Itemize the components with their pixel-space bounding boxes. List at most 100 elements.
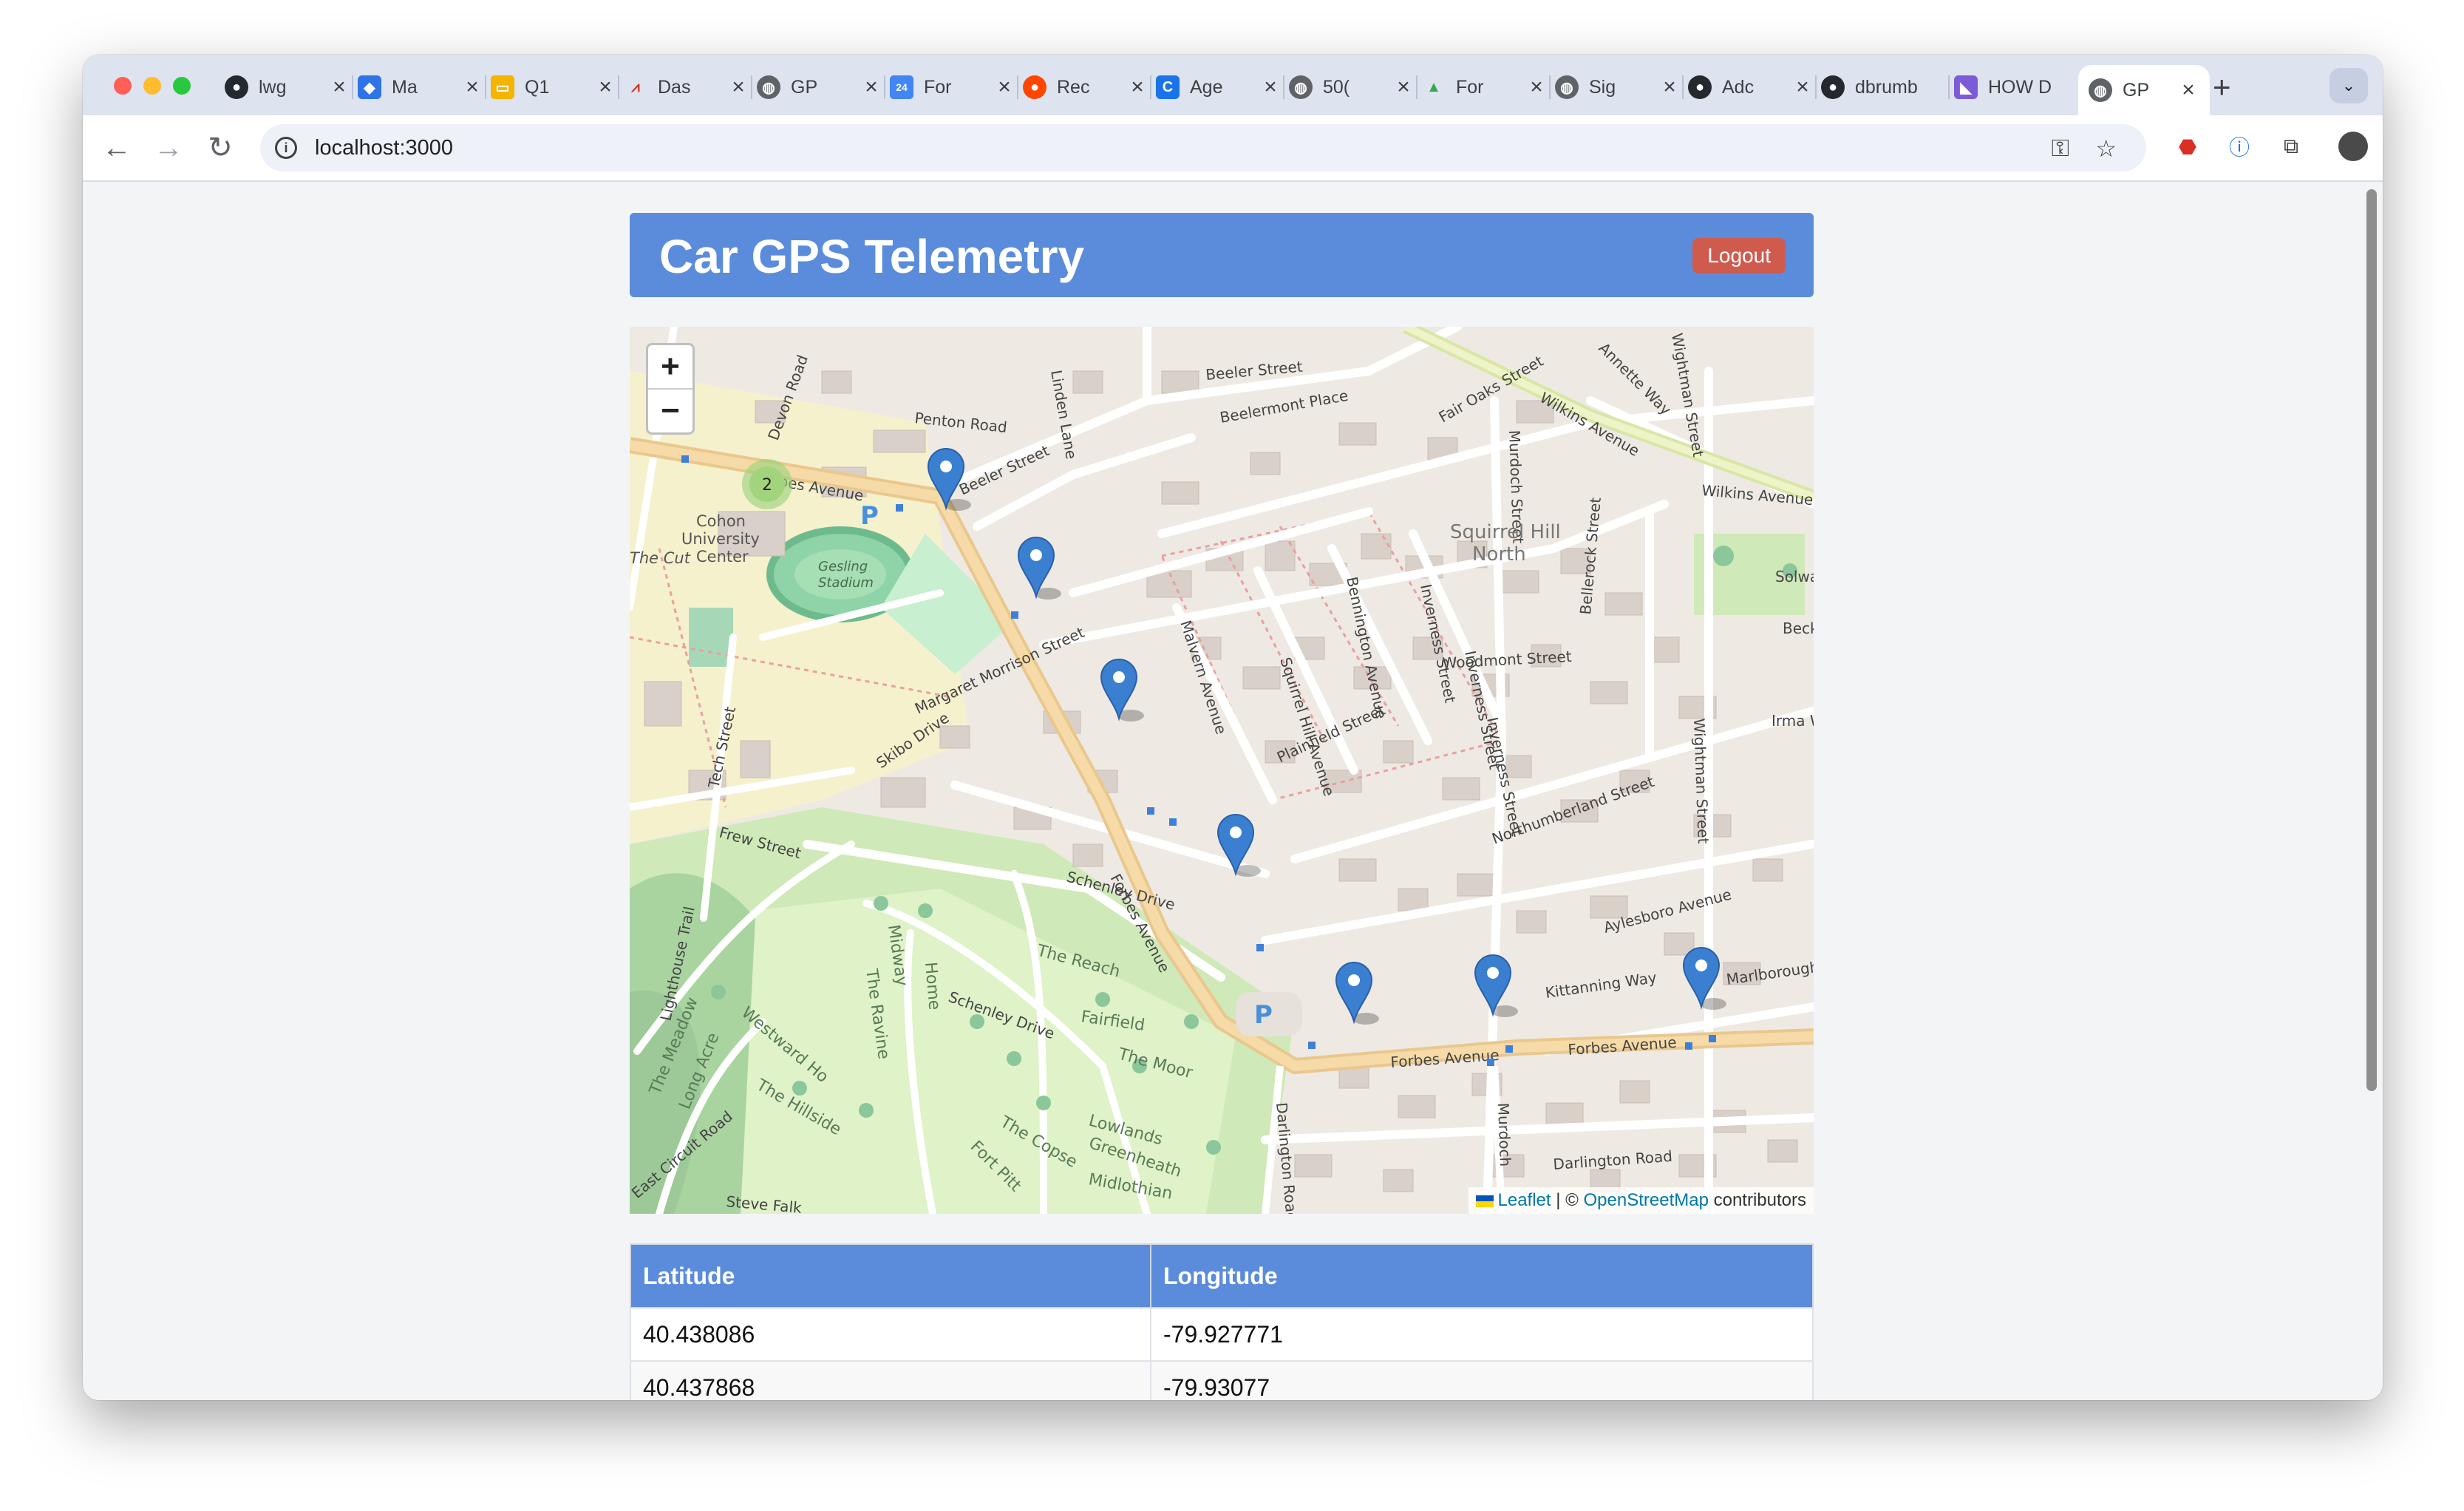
close-window-button[interactable] (114, 77, 132, 95)
page-content: Car GPS Telemetry Logout Forbes Avenue F… (83, 182, 2383, 1400)
globe-icon: ◍ (1289, 75, 1313, 99)
tab-title: GP (791, 76, 818, 98)
url-text[interactable]: localhost:3000 (315, 136, 453, 160)
parking-icon: P (1254, 1000, 1273, 1030)
close-tab-icon[interactable]: × (1392, 75, 1415, 100)
map-label: Center (696, 548, 749, 566)
browser-tab[interactable]: ● Rec × (1023, 65, 1151, 109)
tab-title: For (1456, 76, 1484, 98)
browser-tab[interactable]: 24 For × (890, 65, 1018, 109)
tab-title: lwg (259, 76, 287, 98)
browser-tab[interactable]: ◍ GP × (757, 65, 885, 109)
browser-window: ● lwg × ◆ Ma × ▭ Q1 × ⩘ Das × ◍ GP × 24 … (83, 55, 2383, 1400)
avatar[interactable] (2338, 132, 2368, 161)
map-marker-dot (1348, 974, 1360, 986)
browser-tab[interactable]: ● dbrumb (1821, 65, 1950, 109)
browser-tab[interactable]: ● Adc × (1688, 65, 1817, 109)
close-tab-icon[interactable]: × (328, 75, 350, 100)
map-label: Irma W (1772, 712, 1814, 730)
github-icon: ● (1688, 75, 1712, 99)
tab-strip: ● lwg × ◆ Ma × ▭ Q1 × ⩘ Das × ◍ GP × 24 … (83, 55, 2383, 115)
dashboard-icon: ⩘ (631, 78, 640, 95)
password-manager-icon[interactable]: ⓘ (2225, 132, 2254, 161)
globe-icon: ◍ (757, 75, 780, 99)
tab-title: HOW D (1988, 76, 2052, 98)
page-title: Car GPS Telemetry (659, 230, 1085, 283)
close-tab-icon[interactable]: × (594, 75, 616, 100)
attribution-suffix: contributors (1713, 1190, 1806, 1210)
map-tiles[interactable]: Forbes Avenue Forbes Avenue Forbes Avenu… (630, 327, 1814, 1214)
c-icon: C (1156, 75, 1180, 99)
close-tab-icon[interactable]: × (1126, 75, 1148, 100)
close-tab-icon[interactable]: × (461, 75, 483, 100)
zoom-in-button[interactable]: + (648, 345, 692, 390)
tab-title: Adc (1722, 76, 1755, 98)
close-tab-icon[interactable]: × (727, 75, 749, 100)
browser-tab[interactable]: ⩘ Das × (624, 65, 752, 109)
table-row: 40.437868 -79.93077 (630, 1360, 1814, 1400)
cluster-count: 2 (762, 476, 772, 495)
github-icon: ● (225, 75, 248, 99)
browser-tab[interactable]: ◣ HOW D (1954, 65, 2080, 109)
tab-title: Sig (1589, 76, 1616, 98)
key-icon[interactable]: ⚿ (2052, 135, 2069, 163)
map-marker-dot (1030, 549, 1042, 561)
zoom-out-button[interactable]: − (648, 390, 692, 432)
attribution-separator: | © (1556, 1190, 1579, 1210)
browser-tab[interactable]: ▭ Q1 × (491, 65, 619, 109)
table-row: 40.438086 -79.927771 (630, 1307, 1814, 1362)
jira-icon: ◆ (358, 75, 381, 99)
maximize-window-button[interactable] (173, 77, 191, 95)
reddit-icon: ● (1023, 75, 1046, 99)
browser-tab[interactable]: ▲ For × (1422, 65, 1551, 109)
ukraine-flag-icon (1475, 1195, 1494, 1207)
map-marker-dot (1695, 960, 1707, 971)
map-label: Cohon (696, 512, 746, 530)
address-bar[interactable]: i localhost:3000 ⚿ ☆ (260, 124, 2146, 172)
ublock-icon[interactable]: ⬣ (2173, 132, 2202, 161)
close-tab-icon[interactable]: × (1791, 75, 1814, 100)
reload-icon[interactable]: ↻ (201, 129, 239, 167)
forward-icon[interactable]: → (149, 129, 188, 167)
close-tab-icon[interactable]: × (993, 75, 1015, 100)
column-header: Longitude (1150, 1243, 1814, 1308)
site-info-icon[interactable]: i (275, 137, 297, 159)
tab-title: For (924, 76, 952, 98)
map-label: University (681, 530, 760, 548)
map-label: North (1472, 543, 1526, 566)
browser-tab[interactable]: ◍ Sig × (1555, 65, 1684, 109)
bookmark-star-icon[interactable]: ☆ (2095, 135, 2117, 163)
globe-icon: ◍ (1555, 75, 1579, 99)
close-tab-icon[interactable]: × (1658, 75, 1681, 100)
globe-icon: ◍ (2089, 78, 2112, 102)
browser-tab-active[interactable]: ◍ GP × (2078, 65, 2210, 115)
back-icon[interactable]: ← (98, 129, 136, 167)
browser-tab[interactable]: ◆ Ma × (358, 65, 486, 109)
browser-tab[interactable]: C Age × (1156, 65, 1284, 109)
close-tab-icon[interactable]: × (860, 75, 882, 100)
page-scrollbar[interactable] (2366, 189, 2377, 1091)
close-tab-icon[interactable]: × (1525, 75, 1548, 100)
map-label: Solway Str (1775, 568, 1814, 585)
logout-button[interactable]: Logout (1692, 238, 1786, 274)
extensions-icon[interactable]: ⧉ (2276, 132, 2306, 161)
browser-tab[interactable]: ● lwg × (225, 65, 353, 109)
close-tab-icon[interactable]: × (2177, 78, 2199, 103)
tab-title: Das (658, 76, 691, 98)
tab-title: Rec (1057, 76, 1090, 98)
tab-search-icon[interactable]: ⌄ (2329, 68, 2368, 103)
browser-tab[interactable]: ◍ 50( × (1289, 65, 1418, 109)
new-tab-icon[interactable]: + (2213, 69, 2231, 105)
map-label: Squirrel Hill (1450, 521, 1561, 543)
close-tab-icon[interactable]: × (1259, 75, 1282, 100)
longitude-cell: -79.927771 (1150, 1307, 1814, 1362)
latitude-cell: 40.437868 (630, 1360, 1151, 1400)
map-label: Beck Way (1783, 619, 1814, 637)
tab-title: Q1 (525, 76, 550, 98)
minimize-window-button[interactable] (143, 77, 161, 95)
tab-title: 50( (1323, 76, 1350, 98)
leaflet-link[interactable]: Leaflet (1498, 1190, 1551, 1210)
openstreetmap-link[interactable]: OpenStreetMap (1584, 1190, 1709, 1210)
map-view[interactable]: Forbes Avenue Forbes Avenue Forbes Avenu… (630, 327, 1814, 1214)
map-marker-dot (1230, 826, 1242, 838)
